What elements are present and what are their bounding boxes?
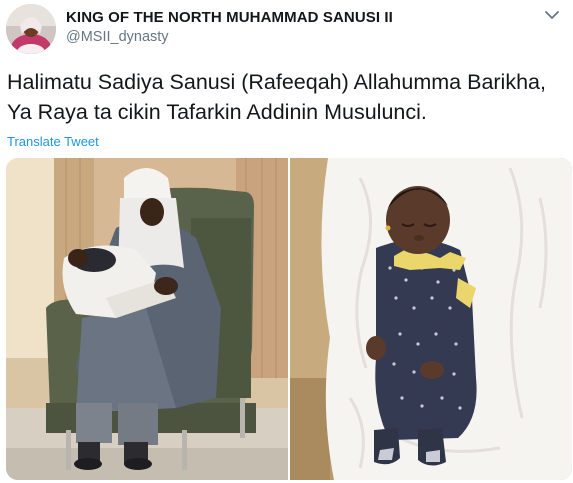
photo-image [6,158,288,480]
avatar[interactable] [6,4,56,54]
translate-tweet-link[interactable]: Translate Tweet [7,134,99,149]
media-photo-left[interactable] [6,158,288,480]
tweet-text: Halimatu Sadiya Sanusi (Rafeeqah) Allahu… [7,67,567,127]
tweet-text-line: Halimatu Sadiya Sanusi (Rafeeqah) Allahu… [7,70,546,94]
photo-image [290,158,572,480]
media-photo-right[interactable] [290,158,572,480]
tweet-text-line: Ya Raya ta cikin Tafarkin Addinin Musulu… [7,100,427,124]
tweet-media [6,158,572,480]
chevron-down-icon[interactable] [543,8,561,22]
author-handle[interactable]: @MSII_dynasty [66,29,169,45]
author-name[interactable]: KING OF THE NORTH MUHAMMAD SANUSI II [66,9,393,26]
avatar-image [6,4,56,54]
tweet-card: KING OF THE NORTH MUHAMMAD SANUSI II @MS… [0,0,573,483]
